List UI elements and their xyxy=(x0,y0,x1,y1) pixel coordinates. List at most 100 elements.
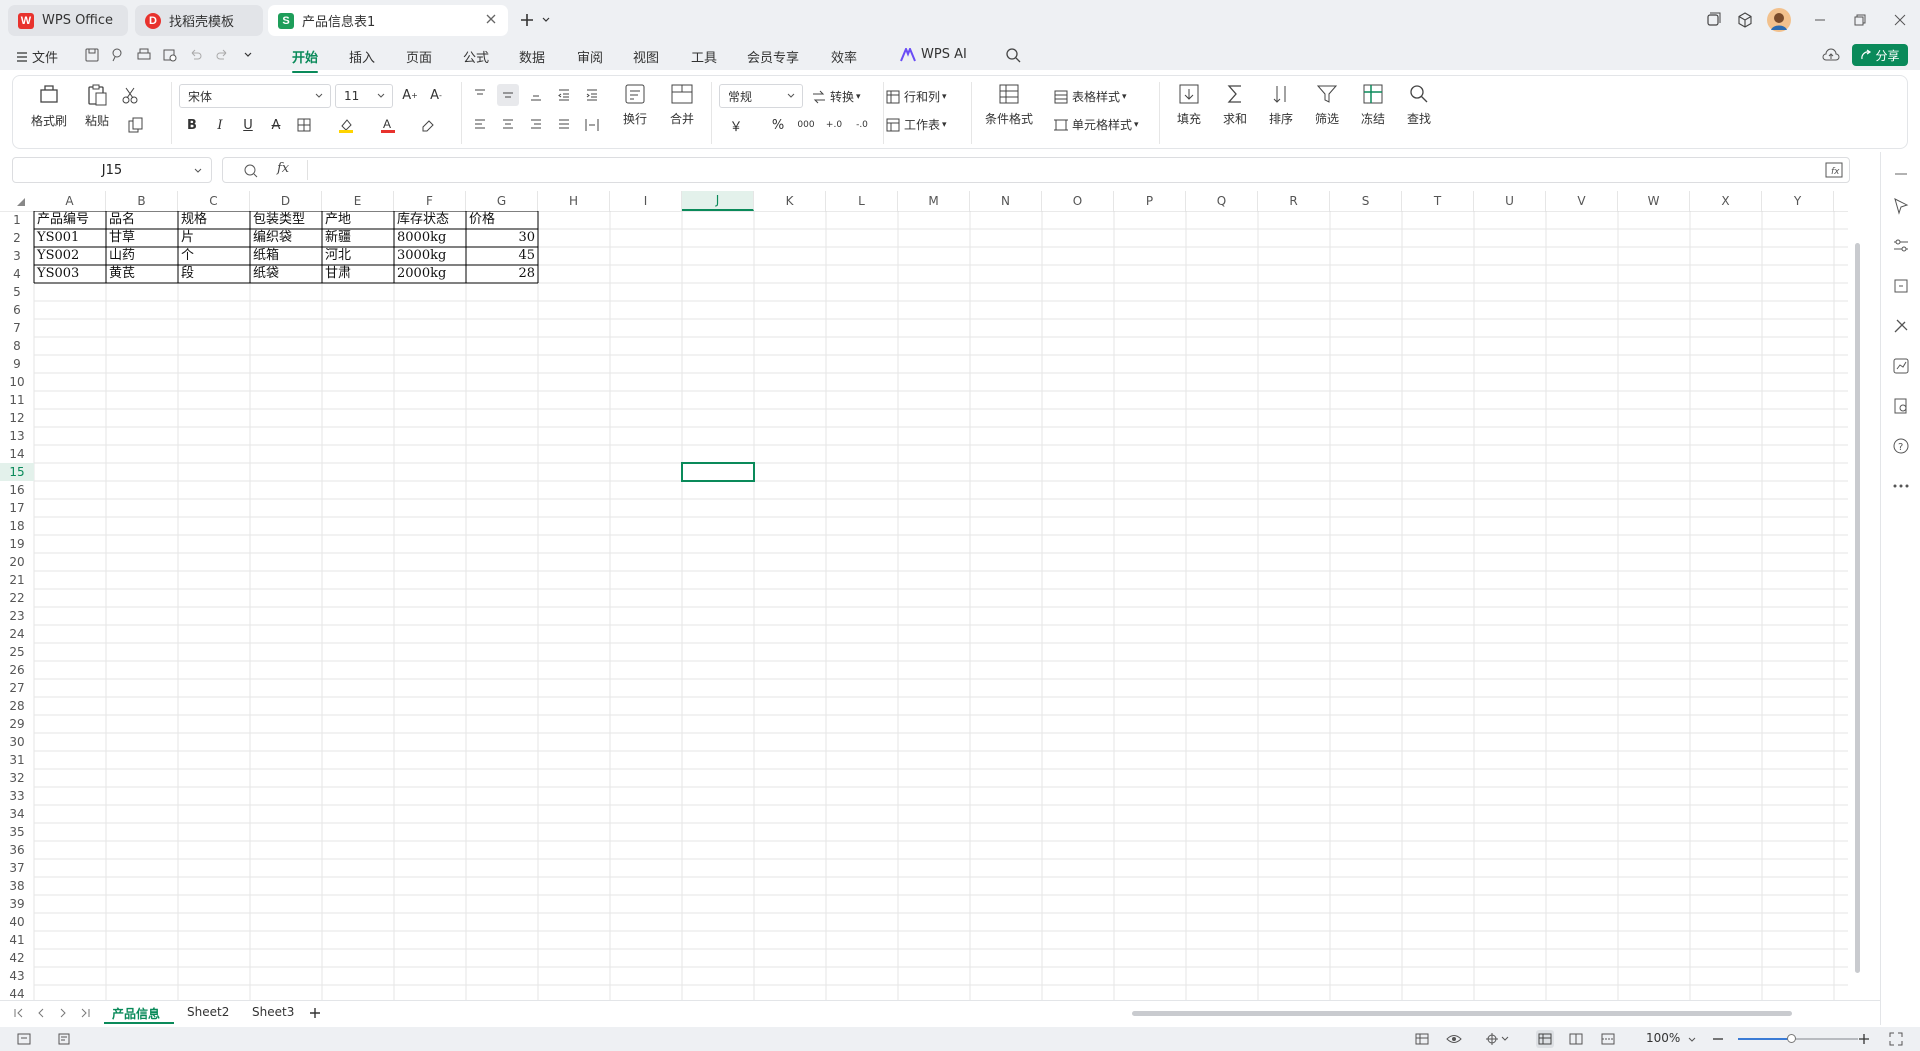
table-cell[interactable]: 30 xyxy=(466,229,538,247)
menu-tab-review[interactable]: 审阅 xyxy=(577,47,603,66)
column-header-o[interactable]: O xyxy=(1042,191,1114,211)
table-cell[interactable]: 编织袋 xyxy=(250,229,322,247)
menu-tab-home[interactable]: 开始 xyxy=(292,47,319,73)
column-header-n[interactable]: N xyxy=(970,191,1042,211)
decimal-increase-icon[interactable]: +.0 xyxy=(823,114,845,136)
column-header-g[interactable]: G xyxy=(466,191,538,211)
chevron-down-icon[interactable] xyxy=(540,14,552,26)
zoom-slider[interactable] xyxy=(1738,1034,1858,1043)
number-format-select[interactable]: 常规 xyxy=(719,84,803,108)
row-header[interactable]: 19 xyxy=(0,535,34,553)
row-header[interactable]: 27 xyxy=(0,679,34,697)
row-header[interactable]: 37 xyxy=(0,859,34,877)
table-cell[interactable]: 3000kg xyxy=(394,247,466,265)
restore-icon[interactable] xyxy=(1852,12,1868,28)
align-middle-icon[interactable] xyxy=(497,84,519,106)
export-pdf-icon[interactable] xyxy=(110,47,126,63)
row-header[interactable]: 4 xyxy=(0,265,34,283)
menu-tab-insert[interactable]: 插入 xyxy=(349,47,375,66)
worksheet-button[interactable]: 工作表 ▾ xyxy=(885,116,947,133)
align-center-icon[interactable] xyxy=(497,114,519,136)
font-color-icon[interactable]: A xyxy=(377,114,399,136)
row-header[interactable]: 30 xyxy=(0,733,34,751)
header-cell[interactable]: 价格 xyxy=(466,211,538,229)
print-icon[interactable] xyxy=(136,47,152,63)
row-header[interactable]: 40 xyxy=(0,913,34,931)
cell-style-button[interactable]: 单元格样式 ▾ xyxy=(1053,116,1139,133)
fullscreen-icon[interactable] xyxy=(1888,1031,1904,1047)
review-icon[interactable] xyxy=(1891,396,1911,416)
sheet-tab-active[interactable]: 产品信息 xyxy=(112,1005,160,1022)
table-style-button[interactable]: 表格样式 ▾ xyxy=(1053,88,1127,105)
italic-icon[interactable]: I xyxy=(209,114,231,136)
header-cell[interactable]: 产品编号 xyxy=(34,211,106,229)
table-cell[interactable]: 河北 xyxy=(322,247,394,265)
row-header[interactable]: 29 xyxy=(0,715,34,733)
table-cell[interactable]: 个 xyxy=(178,247,250,265)
font-size-select[interactable]: 11 xyxy=(335,84,393,108)
zoom-in-icon[interactable] xyxy=(1856,1031,1872,1047)
header-cell[interactable]: 品名 xyxy=(106,211,178,229)
row-header[interactable]: 11 xyxy=(0,391,34,409)
row-header[interactable]: 22 xyxy=(0,589,34,607)
vertical-scrollbar[interactable] xyxy=(1850,213,1864,999)
merge-button[interactable]: 合并 xyxy=(659,82,705,127)
close-tab-icon[interactable] xyxy=(484,12,498,26)
table-cell[interactable]: 28 xyxy=(466,265,538,283)
percent-icon[interactable]: % xyxy=(767,114,789,136)
table-cell[interactable]: 8000kg xyxy=(394,229,466,247)
currency-icon[interactable]: ￥ xyxy=(725,114,747,136)
tools-icon[interactable] xyxy=(1891,316,1911,336)
convert-button[interactable]: 转换 ▾ xyxy=(811,88,861,105)
column-header-x[interactable]: X xyxy=(1690,191,1762,211)
more-quick-access-icon[interactable] xyxy=(242,49,254,61)
cut-icon[interactable] xyxy=(119,84,141,106)
filter-button[interactable]: 筛选 xyxy=(1307,82,1347,127)
macro-icon[interactable] xyxy=(16,1031,32,1047)
column-header-f[interactable]: F xyxy=(394,191,466,211)
bold-icon[interactable]: B xyxy=(181,114,203,136)
row-header[interactable]: 10 xyxy=(0,373,34,391)
cloud-upload-icon[interactable] xyxy=(1822,46,1840,64)
select-all-icon[interactable] xyxy=(16,197,26,207)
underline-icon[interactable]: U xyxy=(237,114,259,136)
minimize-icon[interactable] xyxy=(1812,12,1828,28)
row-header[interactable]: 1 xyxy=(0,211,34,229)
table-cell[interactable]: 山药 xyxy=(106,247,178,265)
close-window-icon[interactable] xyxy=(1892,12,1908,28)
zoom-formula-icon[interactable] xyxy=(243,163,259,179)
borders-icon[interactable] xyxy=(293,114,315,136)
column-header-u[interactable]: U xyxy=(1474,191,1546,211)
table-cell[interactable]: 纸箱 xyxy=(250,247,322,265)
row-header[interactable]: 15 xyxy=(0,463,34,481)
expand-formula-icon[interactable]: fx xyxy=(1825,162,1843,178)
next-sheet-icon[interactable] xyxy=(56,1006,70,1020)
eye-icon[interactable] xyxy=(1446,1031,1462,1047)
column-header-a[interactable]: A xyxy=(34,191,106,211)
thousands-icon[interactable]: 000 xyxy=(795,114,817,136)
table-cell[interactable]: 新疆 xyxy=(322,229,394,247)
row-header[interactable]: 13 xyxy=(0,427,34,445)
menu-tab-page[interactable]: 页面 xyxy=(406,47,432,66)
search-icon[interactable] xyxy=(1004,46,1022,64)
justify-icon[interactable] xyxy=(553,114,575,136)
sheet-tab[interactable]: Sheet2 xyxy=(187,1005,229,1019)
table-cell[interactable]: 45 xyxy=(466,247,538,265)
table-cell[interactable]: 黄芪 xyxy=(106,265,178,283)
first-sheet-icon[interactable] xyxy=(12,1006,26,1020)
window-list-icon[interactable] xyxy=(1704,11,1722,29)
column-header-e[interactable]: E xyxy=(322,191,394,211)
undo-icon[interactable] xyxy=(188,47,204,63)
select-tool-icon[interactable] xyxy=(1891,196,1911,216)
zoom-out-icon[interactable] xyxy=(1710,1031,1726,1047)
header-cell[interactable]: 库存状态 xyxy=(394,211,466,229)
row-header[interactable]: 39 xyxy=(0,895,34,913)
table-cell[interactable]: 段 xyxy=(178,265,250,283)
row-header[interactable]: 36 xyxy=(0,841,34,859)
collapse-sidebar-icon[interactable] xyxy=(1891,164,1911,184)
menu-tab-tools[interactable]: 工具 xyxy=(691,47,717,66)
add-sheet-icon[interactable] xyxy=(308,1006,322,1020)
row-header[interactable]: 14 xyxy=(0,445,34,463)
wrap-text-button[interactable]: 换行 xyxy=(615,82,655,127)
indent-decrease-icon[interactable] xyxy=(553,84,575,106)
